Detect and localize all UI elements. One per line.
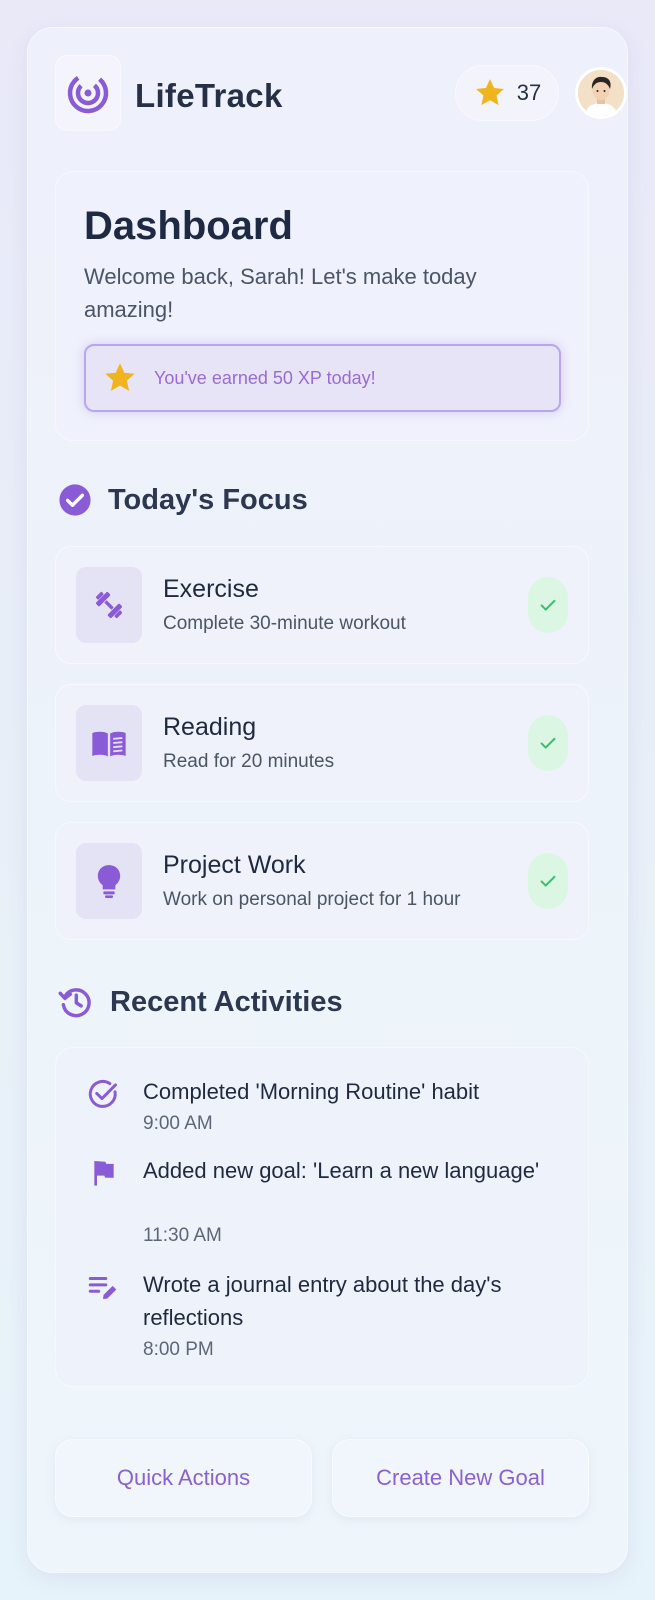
book-icon [92,731,126,757]
activity-text: Completed 'Morning Routine' habit [143,1079,480,1104]
task-title: Exercise [163,575,259,603]
task-card-project-work[interactable]: Project Work Work on personal project fo… [55,822,589,940]
xp-earned-text: You've earned 50 XP today! [154,367,376,388]
app-header: LifeTrack 37 [55,55,627,133]
activity-icon [86,1077,120,1111]
task-description: Complete 30-minute workout [163,613,406,634]
xp-points-badge[interactable]: 37 [455,65,559,121]
quick-actions-button[interactable]: Quick Actions [55,1439,312,1517]
task-description: Read for 20 minutes [163,751,335,772]
checkmark-icon [540,737,556,749]
user-avatar-icon [578,70,624,116]
app-title: LifeTrack [135,77,283,114]
lightbulb-icon [97,865,121,898]
target-logo-icon [67,72,109,114]
xp-earned-banner: You've earned 50 XP today! [84,344,561,412]
task-complete-toggle[interactable] [528,577,568,633]
task-title: Reading [163,713,257,741]
dumbbell-icon [95,591,123,619]
activity-icon [86,1156,120,1190]
activity-time: 11:30 AM [143,1225,222,1246]
edit-note-icon [88,1277,117,1300]
check-circle-outline-icon [88,1080,117,1108]
activity-icon [86,1270,120,1304]
task-icon-box [76,843,142,919]
welcome-message: Welcome back, Sarah! Let's make today am… [84,264,477,322]
checkmark-icon [540,875,556,887]
task-complete-toggle[interactable] [528,715,568,771]
xp-count: 37 [516,80,542,105]
logo[interactable] [55,55,121,131]
task-card-reading[interactable]: Reading Read for 20 minutes [55,684,589,802]
activity-text: Added new goal: 'Learn a new language' [143,1158,540,1183]
star-icon [105,363,135,391]
dashboard-card: Dashboard Welcome back, Sarah! Let's mak… [55,171,589,441]
activity-list: Completed 'Morning Routine' habit 9:00 A… [55,1047,589,1387]
task-title: Project Work [163,851,306,879]
activity-time: 8:00 PM [143,1339,214,1360]
section-title: Recent Activities [110,985,343,1018]
activities-section-header: Recent Activities [58,984,343,1020]
task-icon-box [76,705,142,781]
create-new-goal-button[interactable]: Create New Goal [332,1439,589,1517]
task-icon-box [76,567,142,643]
check-circle-icon [59,484,91,516]
activity-text: Wrote a journal entry about the day's re… [143,1272,502,1330]
checkmark-icon [540,599,556,611]
app-container: LifeTrack 37 Dashboard Welcome back, Sar… [27,27,628,1573]
page-title: Dashboard [84,204,293,248]
star-icon [475,79,504,106]
history-icon [58,988,91,1018]
avatar[interactable] [575,67,627,119]
task-card-exercise[interactable]: Exercise Complete 30-minute workout [55,546,589,664]
task-complete-toggle[interactable] [528,853,568,909]
focus-section-header: Today's Focus [58,483,308,517]
task-description: Work on personal project for 1 hour [163,889,461,910]
flag-icon [94,1161,114,1186]
section-title: Today's Focus [108,483,308,516]
activity-time: 9:00 AM [143,1113,213,1134]
